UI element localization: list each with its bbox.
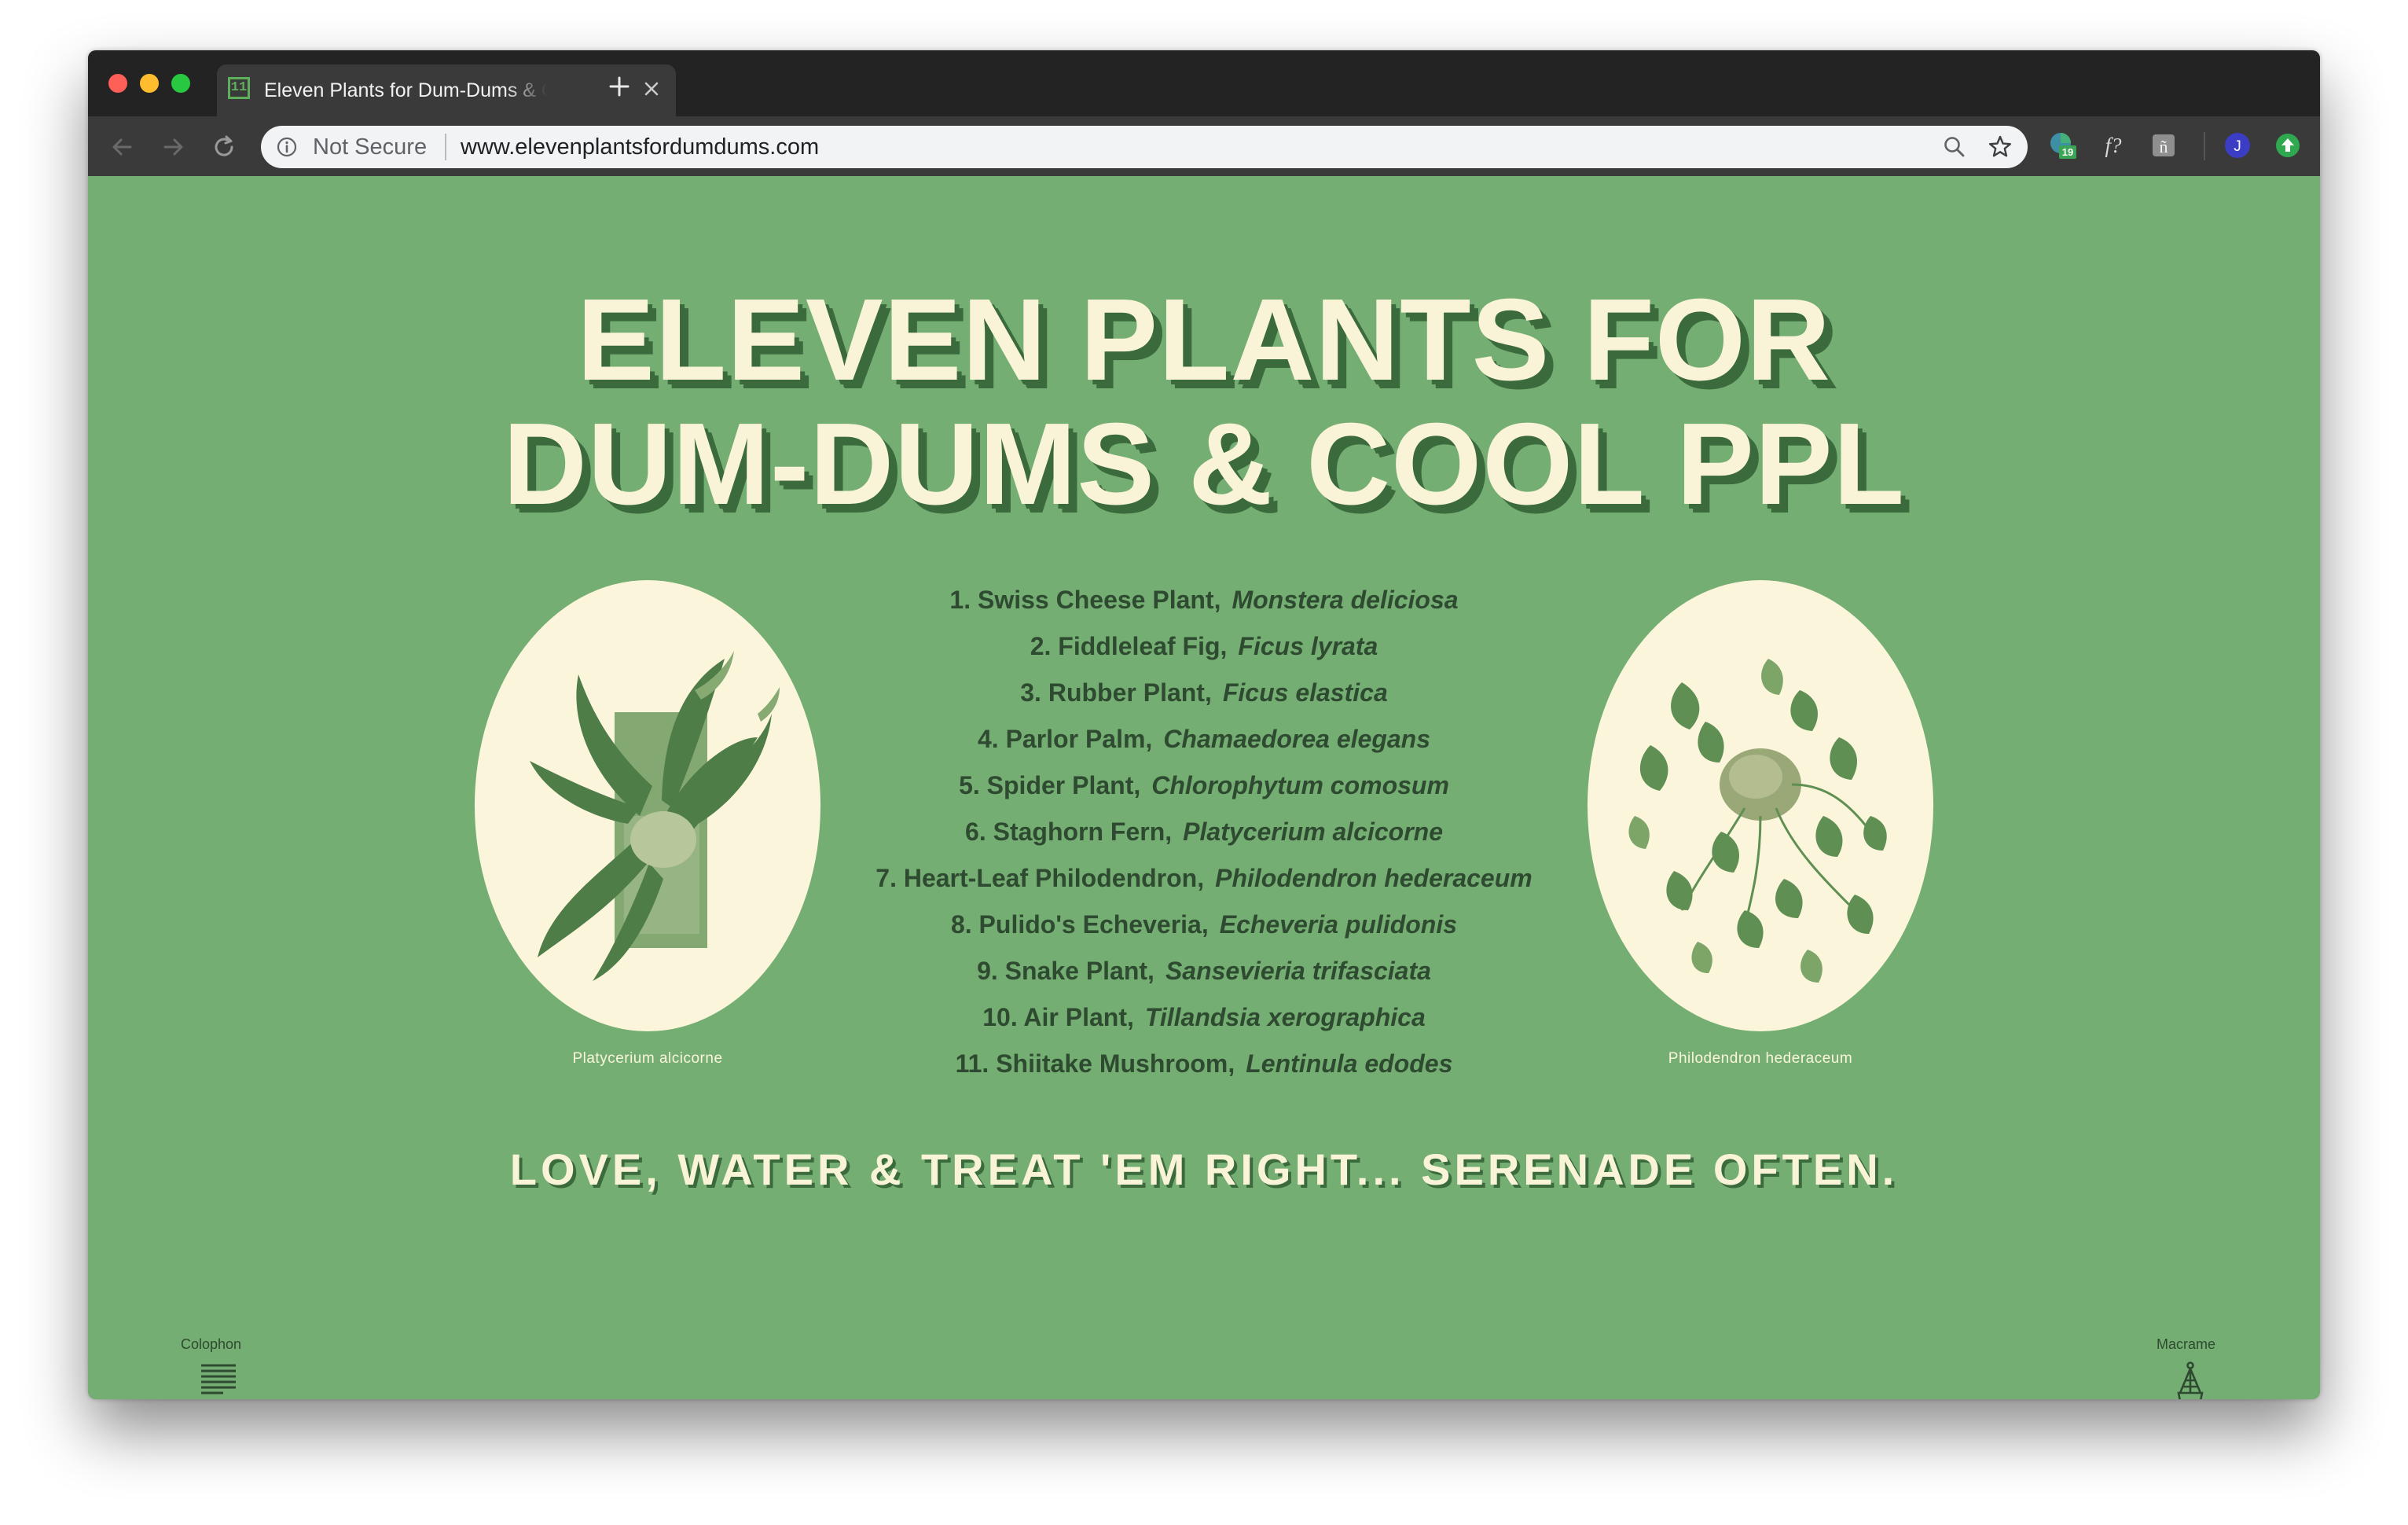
plant-list: 1. Swiss Cheese Plant, Monstera deliciosa… bbox=[835, 577, 1573, 1087]
plant-common-name: 4. Parlor Palm, bbox=[977, 725, 1153, 753]
info-icon[interactable] bbox=[277, 137, 297, 157]
plant-latin-name: Chlorophytum comosum bbox=[1151, 771, 1449, 799]
browser-toolbar: Not Secure www.elevenplantsfordumdums.co… bbox=[88, 116, 2320, 176]
close-icon[interactable] bbox=[641, 79, 662, 99]
plant-latin-name: Ficus elastica bbox=[1222, 678, 1388, 707]
plant-latin-name: Sansevieria trifasciata bbox=[1165, 957, 1431, 985]
tagline: LOVE, WATER & TREAT 'EM RIGHT... SERENAD… bbox=[509, 1145, 1899, 1194]
profile-avatar[interactable]: J bbox=[2223, 130, 2252, 160]
list-item: 2. Fiddleleaf Fig, Ficus lyrata bbox=[835, 623, 1573, 670]
window-close-button[interactable] bbox=[108, 74, 127, 93]
plant-latin-name: Monstera deliciosa bbox=[1232, 586, 1459, 614]
text-lines-icon[interactable] bbox=[200, 1363, 237, 1396]
plant-latin-name: Echeveria pulidonis bbox=[1219, 910, 1458, 939]
colophon-label[interactable]: Colophon bbox=[181, 1336, 241, 1353]
list-item: 10. Air Plant, Tillandsia xerographica bbox=[835, 994, 1573, 1041]
update-available-icon[interactable] bbox=[2273, 130, 2303, 160]
staghorn-fern-illustration bbox=[530, 651, 780, 981]
list-item: 8. Pulido's Echeveria, Echeveria pulidoni… bbox=[835, 902, 1573, 948]
hanging-planter-icon[interactable] bbox=[2174, 1361, 2207, 1399]
page-title-line-1: ELEVEN PLANTS FOR bbox=[577, 275, 1831, 405]
toolbar-divider bbox=[2204, 132, 2205, 160]
site-favicon-icon: 11 bbox=[228, 77, 250, 99]
forward-arrow-icon[interactable] bbox=[160, 134, 187, 160]
list-item: 4. Parlor Palm, Chamaedorea elegans bbox=[835, 716, 1573, 762]
list-item: 7. Heart-Leaf Philodendron, Philodendron … bbox=[835, 855, 1573, 902]
page-title-line-2: DUM-DUMS & COOL PPL bbox=[502, 399, 1905, 529]
list-item: 1. Swiss Cheese Plant, Monstera deliciosa bbox=[835, 577, 1573, 623]
extension-badge-count: 19 bbox=[2062, 146, 2073, 158]
font-identifier-extension-icon[interactable]: f? bbox=[2098, 130, 2128, 160]
browser-window: 11 Eleven Plants for Dum-Dums & Cool PPL bbox=[88, 50, 2320, 1399]
plant-common-name: 7. Heart-Leaf Philodendron, bbox=[875, 864, 1205, 892]
plant-common-name: 3. Rubber Plant, bbox=[1020, 678, 1212, 707]
plant-latin-name: Tillandsia xerographica bbox=[1144, 1003, 1426, 1031]
extension-badge-icon[interactable]: 19 bbox=[2048, 130, 2078, 160]
grey-extension-glyph: ñ bbox=[2160, 137, 2168, 156]
page-title: ELEVEN PLANTS FOR DUM-DUMS & COOL PPL bbox=[88, 278, 2320, 527]
web-page: ELEVEN PLANTS FOR DUM-DUMS & COOL PPL Pl… bbox=[88, 176, 2320, 1399]
plant-common-name: 10. Air Plant, bbox=[982, 1003, 1134, 1031]
grey-extension-icon[interactable]: ñ bbox=[2149, 130, 2179, 160]
plus-icon[interactable] bbox=[607, 74, 632, 99]
plant-latin-name: Chamaedorea elegans bbox=[1163, 725, 1431, 753]
list-item: 3. Rubber Plant, Ficus elastica bbox=[835, 670, 1573, 716]
window-maximize-button[interactable] bbox=[171, 74, 190, 93]
plant-latin-name: Philodendron hederaceum bbox=[1215, 864, 1533, 892]
macrame-label[interactable]: Macrame bbox=[2157, 1336, 2215, 1353]
security-status[interactable]: Not Secure bbox=[313, 134, 427, 160]
tab-strip: 11 Eleven Plants for Dum-Dums & Cool PPL bbox=[88, 50, 2320, 116]
url-text[interactable]: www.elevenplantsfordumdums.com bbox=[461, 134, 819, 160]
plant-common-name: 11. Shiitake Mushroom, bbox=[955, 1049, 1235, 1078]
plant-common-name: 9. Snake Plant, bbox=[977, 957, 1154, 985]
philodendron-portrait bbox=[1588, 580, 1933, 1031]
profile-initial: J bbox=[2234, 138, 2241, 155]
window-minimize-button[interactable] bbox=[140, 74, 159, 93]
star-icon[interactable] bbox=[1987, 134, 2013, 160]
staghorn-fern-portrait bbox=[475, 580, 820, 1031]
left-portrait-caption: Platycerium alcicorne bbox=[572, 1050, 723, 1067]
plant-common-name: 1. Swiss Cheese Plant, bbox=[949, 586, 1221, 614]
plant-latin-name: Ficus lyrata bbox=[1238, 632, 1378, 660]
list-item: 11. Shiitake Mushroom, Lentinula edodes bbox=[835, 1041, 1573, 1087]
right-portrait-caption: Philodendron hederaceum bbox=[1668, 1050, 1853, 1067]
plant-latin-name: Platycerium alcicorne bbox=[1183, 818, 1443, 846]
magnifier-icon[interactable] bbox=[1943, 135, 1966, 159]
omnibox-divider bbox=[445, 134, 446, 160]
philodendron-illustration bbox=[1628, 659, 1887, 983]
list-item: 9. Snake Plant, Sansevieria trifasciata bbox=[835, 948, 1573, 994]
back-arrow-icon[interactable] bbox=[108, 134, 135, 160]
list-item: 6. Staghorn Fern, Platycerium alcicorne bbox=[835, 809, 1573, 855]
tab-title: Eleven Plants for Dum-Dums & Cool PPL bbox=[264, 79, 547, 101]
reload-icon[interactable] bbox=[211, 134, 237, 160]
address-bar[interactable]: Not Secure www.elevenplantsfordumdums.co… bbox=[261, 126, 2028, 168]
plant-common-name: 5. Spider Plant, bbox=[959, 771, 1141, 799]
plant-latin-name: Lentinula edodes bbox=[1246, 1049, 1453, 1078]
plant-common-name: 8. Pulido's Echeveria, bbox=[950, 910, 1209, 939]
list-item: 5. Spider Plant, Chlorophytum comosum bbox=[835, 762, 1573, 809]
font-extension-glyph: f? bbox=[2105, 134, 2122, 157]
plant-common-name: 6. Staghorn Fern, bbox=[965, 818, 1173, 846]
plant-common-name: 2. Fiddleleaf Fig, bbox=[1030, 632, 1228, 660]
